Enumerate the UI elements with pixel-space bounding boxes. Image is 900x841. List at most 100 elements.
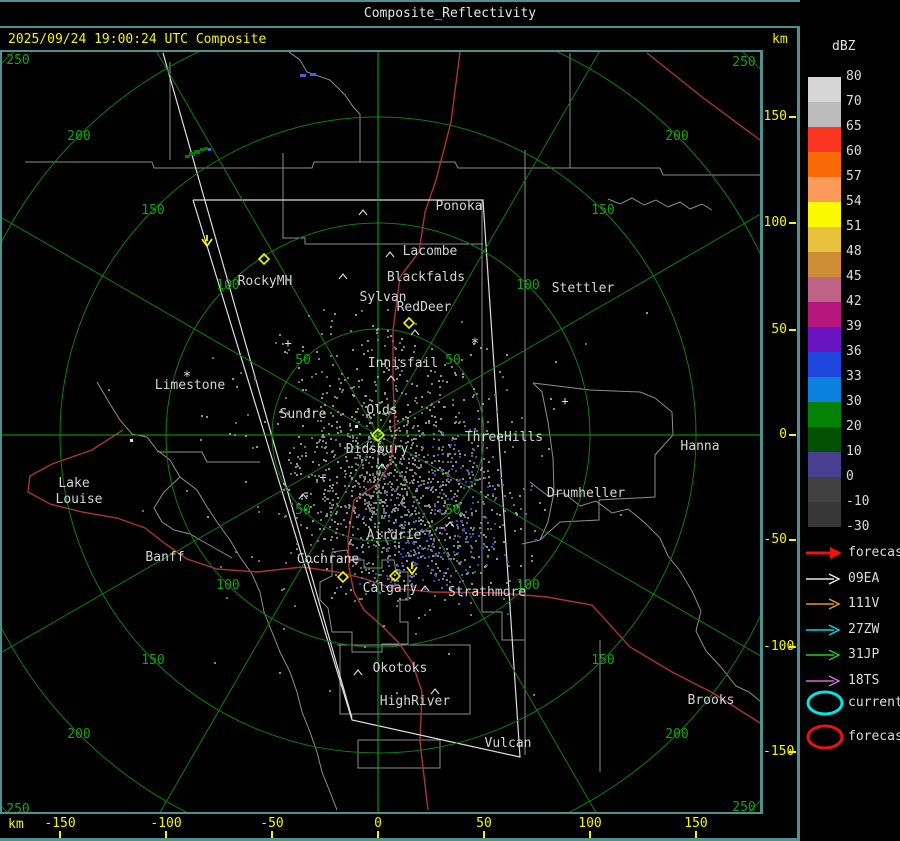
echo-pixel <box>471 455 473 457</box>
echo-pixel <box>378 484 380 486</box>
echo-pixel <box>376 471 378 473</box>
echo-pixel <box>394 554 396 556</box>
echo-pixel <box>426 540 428 542</box>
city-label-drumheller: Drumheller <box>547 486 625 501</box>
echo-pixel <box>331 536 333 538</box>
echo-pixel <box>426 407 428 409</box>
echo-pixel <box>142 510 144 512</box>
echo-pixel <box>348 466 350 468</box>
echo-pixel <box>370 432 372 434</box>
echo-pixel <box>363 353 365 355</box>
echo-pixel <box>511 421 513 423</box>
echo-pixel <box>428 504 430 506</box>
echo-pixel <box>348 504 350 506</box>
echo-pixel <box>399 494 401 496</box>
echo-pixel <box>415 553 417 555</box>
echo-pixel <box>108 389 110 391</box>
echo-pixel <box>306 492 308 494</box>
echo-pixel <box>372 474 374 476</box>
echo-pixel <box>340 430 342 432</box>
echo-pixel <box>378 574 380 576</box>
echo-pixel <box>446 548 448 550</box>
echo-pixel <box>354 457 356 459</box>
echo-pixel <box>361 310 363 312</box>
echo-pixel <box>485 496 487 498</box>
plus-marker: + <box>284 336 291 350</box>
echo-pixel <box>367 505 369 507</box>
echo-pixel <box>435 563 437 565</box>
echo-pixel <box>339 445 341 447</box>
echo-pixel <box>412 482 414 484</box>
echo-pixel <box>392 509 394 511</box>
echo-pixel <box>402 565 404 567</box>
echo-pixel <box>376 332 378 334</box>
echo-pixel <box>302 350 304 352</box>
echo-pixel <box>368 546 370 548</box>
radar-map-canvas[interactable]: 5050505010010010010015015015015020020020… <box>2 52 760 812</box>
echo-pixel <box>509 492 511 494</box>
title-bar[interactable]: Composite_Reflectivity <box>0 2 900 26</box>
echo-pixel <box>496 558 498 560</box>
echo-pixel <box>316 479 318 481</box>
echo-pixel <box>412 442 414 444</box>
echo-pixel <box>448 481 450 483</box>
echo-pixel <box>320 519 322 521</box>
echo-pixel <box>376 487 378 489</box>
echo-pixel <box>361 598 363 600</box>
echo-pixel <box>395 519 397 521</box>
echo-pixel <box>352 508 354 510</box>
echo-pixel <box>416 402 418 404</box>
echo-pixel <box>357 464 359 466</box>
echo-pixel <box>356 368 358 370</box>
echo-pixel <box>365 395 367 397</box>
echo-pixel <box>433 580 435 582</box>
echo-pixel <box>330 438 332 440</box>
map-top-border <box>0 50 763 52</box>
echo-pixel <box>426 505 428 507</box>
echo-pixel <box>411 576 413 578</box>
dbz-color-swatch <box>808 377 841 402</box>
echo-pixel <box>362 414 364 416</box>
echo-pixel <box>300 443 302 445</box>
echo-pixel <box>439 386 441 388</box>
echo-pixel <box>361 546 363 548</box>
echo-pixel <box>386 548 388 550</box>
echo-pixel <box>432 569 434 571</box>
echo-pixel <box>368 436 370 438</box>
echo-pixel <box>394 430 396 432</box>
echo-pixel <box>350 429 352 431</box>
echo-pixel <box>327 498 329 500</box>
echo-pixel <box>445 495 447 497</box>
echo-pixel <box>374 476 376 478</box>
echo-pixel <box>415 507 417 509</box>
echo-pixel <box>432 478 434 480</box>
echo-pixel <box>465 569 467 571</box>
echo-pixel <box>448 470 450 472</box>
echo-pixel <box>325 442 327 444</box>
asterisk-marker: * <box>471 336 479 352</box>
echo-pixel <box>277 423 279 425</box>
city-label-stettler: Stettler <box>552 281 615 296</box>
echo-pixel <box>400 458 402 460</box>
echo-pixel <box>494 499 496 501</box>
echo-pixel <box>353 510 355 512</box>
echo-pixel <box>507 613 509 615</box>
echo-pixel <box>427 454 429 456</box>
right-axis-label: 50 <box>763 323 787 337</box>
echo-pixel <box>235 422 237 424</box>
echo-pixel <box>377 460 379 462</box>
echo-pixel <box>459 456 461 458</box>
echo-pixel <box>480 469 482 471</box>
echo-pixel <box>346 512 348 514</box>
echo-pixel <box>404 484 406 486</box>
echo-pixel <box>371 507 373 509</box>
echo-pixel <box>240 372 242 374</box>
echo-pixel <box>329 502 331 504</box>
echo-pixel <box>416 445 418 447</box>
city-label-rockymh: RockyMH <box>238 274 293 289</box>
echo-pixel <box>472 529 474 531</box>
echo-pixel <box>323 528 325 530</box>
echo-pixel <box>421 547 423 549</box>
echo-pixel <box>330 511 332 513</box>
echo-pixel <box>415 438 417 440</box>
